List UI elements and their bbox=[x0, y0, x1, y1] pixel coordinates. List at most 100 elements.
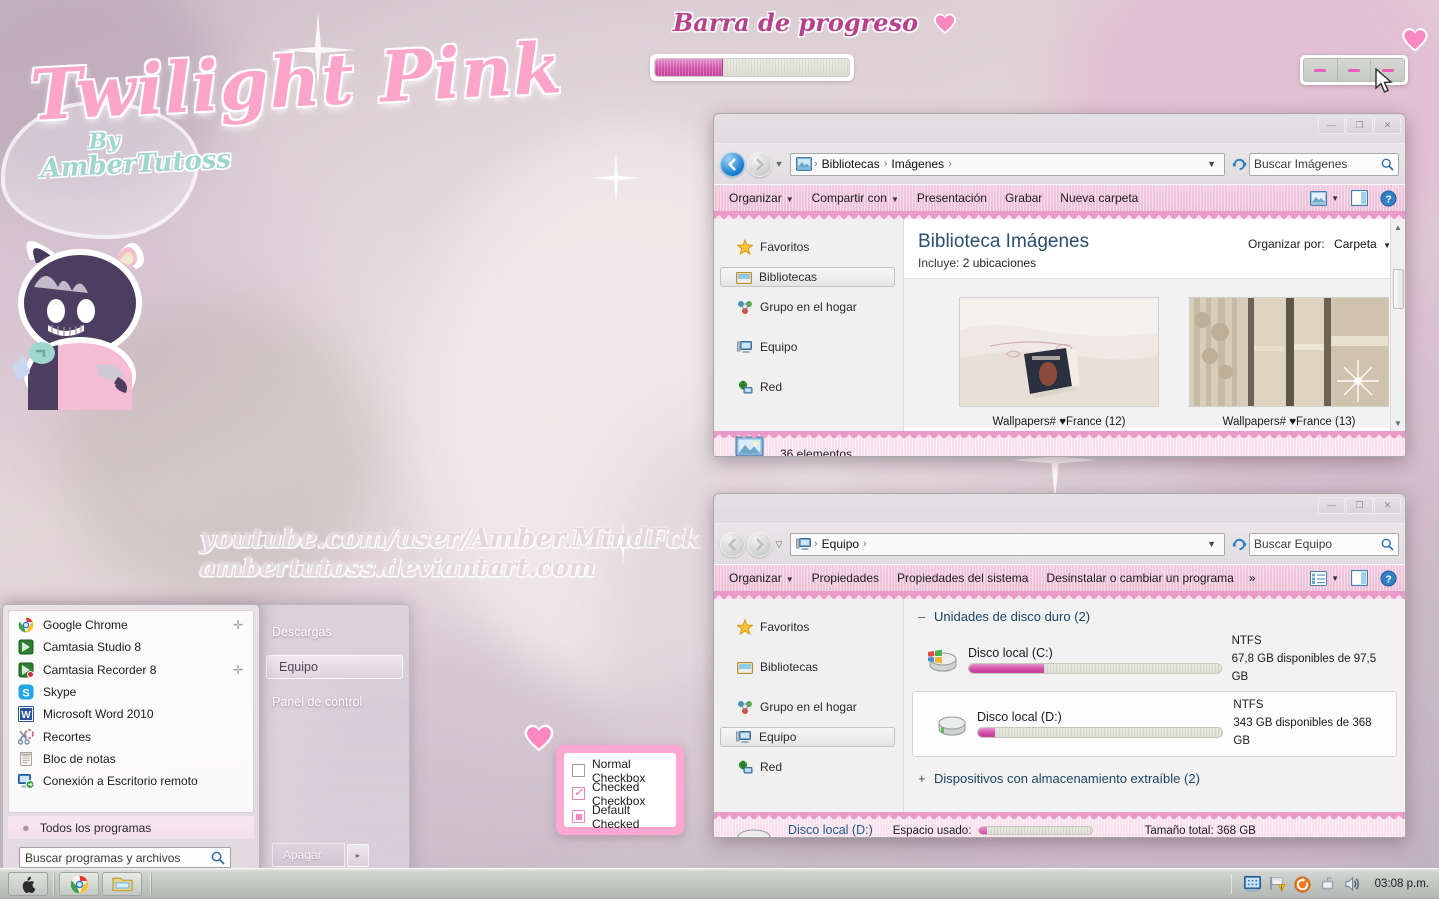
minimize-button[interactable]: — bbox=[1318, 117, 1345, 134]
close-button[interactable]: ✕ bbox=[1374, 497, 1401, 514]
address-bar[interactable]: › Bibliotecas › Imágenes › ▼ bbox=[790, 152, 1225, 176]
arrange-value[interactable]: Carpeta bbox=[1334, 237, 1377, 251]
maximize-button[interactable]: ❐ bbox=[1346, 117, 1373, 134]
chevron-down-icon[interactable]: ▼ bbox=[1207, 159, 1220, 169]
toolbar-item-organizar[interactable]: Organizar ▼ bbox=[720, 568, 803, 588]
start-search-input[interactable]: Buscar programas y archivos bbox=[19, 847, 231, 868]
chevron-down-icon[interactable]: ▼ bbox=[1331, 194, 1339, 203]
taskbar[interactable]: ! 03:08 p.m. bbox=[0, 868, 1439, 899]
shutdown-area[interactable]: Apagar ▸ bbox=[272, 843, 369, 867]
group-header-discos[interactable]: – Unidades de disco duro (2) bbox=[904, 599, 1405, 628]
change-view-icon[interactable] bbox=[1310, 190, 1328, 206]
toolbar-item-desinstalar[interactable]: Desinstalar o cambiar un programa bbox=[1037, 568, 1242, 588]
all-programs-button[interactable]: ● Todos los programas bbox=[8, 816, 254, 839]
toolbar-item-nueva-carpeta[interactable]: Nueva carpeta bbox=[1051, 188, 1147, 208]
toolbar-right-buttons[interactable]: ▼ ? bbox=[1310, 189, 1399, 207]
change-view-list-icon[interactable] bbox=[1310, 570, 1328, 586]
chevron-down-icon[interactable]: ▼ bbox=[1207, 539, 1220, 549]
start-right-item-descargas[interactable]: Descargas bbox=[260, 617, 409, 647]
start-right-item-panel-control[interactable]: Panel de control bbox=[260, 687, 409, 717]
thumbnail-item[interactable]: Wallpapers# ♥France (12) bbox=[959, 297, 1159, 428]
start-menu[interactable]: Google Chrome ✛ Camtasia Studio 8 Camtas… bbox=[2, 604, 260, 876]
start-menu-item-recortes[interactable]: Recortes bbox=[9, 725, 253, 747]
minimize-button[interactable]: — bbox=[1318, 497, 1345, 514]
sidebar-item-red[interactable]: Red bbox=[714, 747, 903, 787]
thumbnail-item[interactable]: Wallpapers# ♥France (13) bbox=[1189, 297, 1389, 428]
sidebar-item-favoritos[interactable]: Favoritos bbox=[714, 227, 903, 267]
explorer-window-computer[interactable]: — ❐ ✕ ▽ › Equipo › ▼ Buscar Equipo Organ… bbox=[713, 493, 1406, 838]
toolbar-item-grabar[interactable]: Grabar bbox=[996, 188, 1051, 208]
collapse-icon[interactable]: – bbox=[918, 609, 928, 624]
start-menu-item-camtasia-recorder[interactable]: Camtasia Recorder 8 ✛ bbox=[9, 659, 253, 681]
sidebar-item-equipo[interactable]: Equipo bbox=[714, 327, 903, 367]
toolbar-pictures[interactable]: Organizar ▼ Compartir con ▼ Presentación G… bbox=[714, 184, 1405, 211]
checkbox-checked-icon[interactable]: ✓ bbox=[572, 787, 585, 800]
network-tray-icon[interactable] bbox=[1319, 876, 1336, 893]
search-input[interactable]: Buscar Imágenes bbox=[1249, 152, 1399, 176]
address-bar-row[interactable]: ▼ › Bibliotecas › Imágenes › ▼ Buscar Im… bbox=[714, 144, 1405, 184]
sidebar-item-red[interactable]: Red bbox=[714, 367, 903, 407]
scroll-down-icon[interactable]: ▼ bbox=[1391, 415, 1406, 431]
system-tray[interactable]: ! 03:08 p.m. bbox=[1230, 874, 1439, 894]
history-caret-icon[interactable]: ▽ bbox=[772, 539, 786, 550]
maximize-button[interactable]: ❐ bbox=[1346, 497, 1373, 514]
start-menu-item-camtasia-studio[interactable]: Camtasia Studio 8 bbox=[9, 636, 253, 658]
breadcrumb-item[interactable]: Bibliotecas bbox=[819, 157, 883, 171]
window-titlebar[interactable]: — ❐ ✕ bbox=[714, 114, 1405, 144]
start-menu-item-notepad[interactable]: Bloc de notas bbox=[9, 748, 253, 770]
preview-pane-icon[interactable] bbox=[1351, 190, 1368, 206]
drive-row-d[interactable]: Disco local (D:) NTFS 343 GB disponibles… bbox=[912, 691, 1397, 757]
start-menu-programs-list[interactable]: Google Chrome ✛ Camtasia Studio 8 Camtas… bbox=[8, 610, 254, 813]
sidebar-item-bibliotecas[interactable]: Bibliotecas bbox=[714, 647, 903, 687]
refresh-button[interactable] bbox=[1229, 534, 1249, 554]
toolbar-item-overflow[interactable]: » bbox=[1243, 568, 1262, 588]
chevron-down-icon[interactable]: ▼ bbox=[1331, 574, 1339, 583]
start-right-item-equipo[interactable]: Equipo bbox=[266, 655, 403, 679]
taskbar-button-chrome[interactable] bbox=[59, 872, 99, 896]
scrollbar-demo-segment[interactable] bbox=[1304, 59, 1338, 81]
checkbox-demo-dialog[interactable]: Normal Checkbox ✓ Checked Checkbox Defau… bbox=[524, 724, 684, 835]
back-button[interactable] bbox=[720, 531, 745, 557]
address-bar-row[interactable]: ▽ › Equipo › ▼ Buscar Equipo bbox=[714, 524, 1405, 564]
group-header-extraibles[interactable]: + Dispositivos con almacenamiento extraí… bbox=[904, 757, 1405, 790]
explorer-window-pictures[interactable]: — ❐ ✕ ▼ › Bibliotecas › Imágenes › ▼ Bus… bbox=[713, 113, 1406, 457]
includes-value[interactable]: 2 ubicaciones bbox=[963, 256, 1036, 270]
history-caret-icon[interactable]: ▼ bbox=[772, 159, 786, 169]
toolbar-computer[interactable]: Organizar ▼ Propiedades Propiedades del s… bbox=[714, 564, 1405, 591]
show-desktop-icon[interactable] bbox=[1243, 876, 1261, 893]
window-controls[interactable]: — ❐ ✕ bbox=[1318, 497, 1401, 514]
drive-row-c[interactable]: Disco local (C:) NTFS 67,8 GB disponible… bbox=[904, 628, 1405, 691]
shutdown-button[interactable]: Apagar bbox=[272, 843, 345, 867]
thumbnail-image[interactable] bbox=[1189, 297, 1389, 407]
help-icon[interactable]: ? bbox=[1380, 569, 1397, 587]
start-menu-right-pane[interactable]: Descargas Equipo Panel de control Apagar… bbox=[260, 604, 410, 876]
refresh-button[interactable] bbox=[1229, 154, 1249, 174]
preview-pane-icon[interactable] bbox=[1351, 570, 1368, 586]
navigation-pane-computer[interactable]: Favoritos Bibliotecas Grupo en el hogar … bbox=[714, 599, 904, 812]
sidebar-item-favoritos[interactable]: Favoritos bbox=[714, 607, 903, 647]
checkbox-indeterminate-icon[interactable] bbox=[572, 810, 585, 823]
taskbar-clock[interactable]: 03:08 p.m. bbox=[1369, 878, 1429, 890]
update-icon[interactable] bbox=[1294, 875, 1311, 893]
breadcrumb-item[interactable]: Equipo bbox=[819, 537, 862, 551]
sidebar-item-grupo-hogar[interactable]: Grupo en el hogar bbox=[714, 687, 903, 727]
sidebar-item-equipo[interactable]: Equipo bbox=[720, 727, 895, 747]
toolbar-item-compartir[interactable]: Compartir con ▼ bbox=[803, 188, 908, 208]
pin-icon[interactable]: ✛ bbox=[233, 618, 243, 632]
back-button[interactable] bbox=[720, 151, 745, 177]
action-center-flag-icon[interactable]: ! bbox=[1269, 876, 1286, 893]
navigation-pane-pictures[interactable]: Favoritos Bibliotecas Grupo en el hogar … bbox=[714, 219, 904, 431]
help-icon[interactable]: ? bbox=[1380, 189, 1397, 207]
arrange-by[interactable]: Organizar por: Carpeta ▼ bbox=[1248, 237, 1391, 251]
volume-icon[interactable] bbox=[1344, 876, 1361, 893]
start-menu-item-skype[interactable]: S Skype bbox=[9, 681, 253, 703]
checkbox-unchecked-icon[interactable] bbox=[572, 764, 585, 777]
start-search-area[interactable]: Buscar programas y archivos bbox=[19, 847, 254, 868]
pin-icon[interactable]: ✛ bbox=[233, 663, 243, 677]
toolbar-item-organizar[interactable]: Organizar ▼ bbox=[720, 188, 803, 208]
toolbar-item-propiedades[interactable]: Propiedades bbox=[803, 568, 888, 588]
start-menu-item-word[interactable]: W Microsoft Word 2010 bbox=[9, 703, 253, 725]
start-menu-item-remote-desktop[interactable]: Conexión a Escritorio remoto bbox=[9, 770, 253, 792]
start-button[interactable] bbox=[8, 872, 48, 896]
taskbar-button-explorer[interactable] bbox=[102, 872, 142, 896]
